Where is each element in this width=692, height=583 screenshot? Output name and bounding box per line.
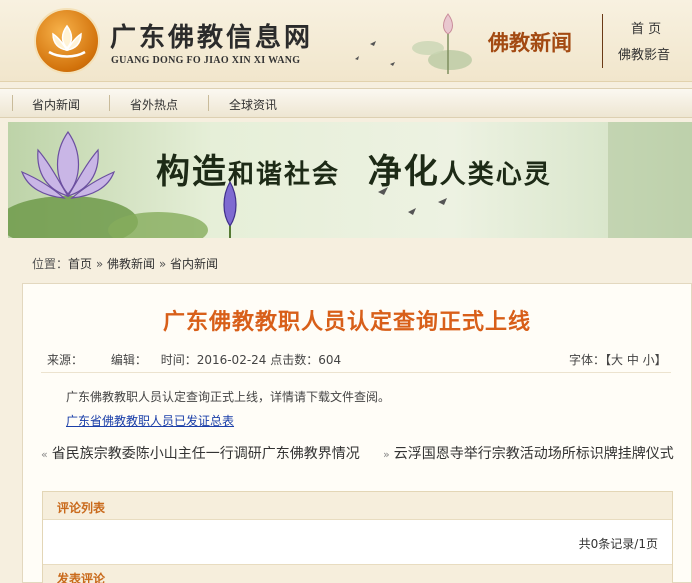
slogan-part2-small: 人类心灵	[439, 160, 552, 190]
lotus-decoration-icon	[355, 13, 472, 74]
next-article-title[interactable]: 云浮国恩寺举行宗教活动场所标识牌挂牌仪式	[394, 446, 674, 462]
header-divider	[602, 14, 603, 68]
comments-list-header: 评论列表	[43, 492, 672, 520]
slogan-part1-small: 和谐社会	[228, 160, 341, 190]
comments-record-count: 共0条记录/1页	[578, 537, 658, 551]
breadcrumb-buddhist-news[interactable]: 佛教新闻	[107, 257, 155, 271]
article-meta: 来源： 编辑： 时间：2016-02-24 点击数：604	[47, 351, 351, 368]
section-name: 佛教新闻	[488, 31, 572, 55]
main-nav: 省内新闻 省外热点 全球资讯	[0, 88, 692, 118]
article-panel: 广东佛教教职人员认定查询正式上线 来源： 编辑： 时间：2016-02-24 点…	[22, 283, 692, 583]
next-article-link[interactable]: » 云浮国恩寺举行宗教活动场所标识牌挂牌仪式	[383, 443, 674, 463]
nav-item-province-news[interactable]: 省内新闻	[32, 96, 80, 113]
slogan-part2-big: 净化	[367, 152, 440, 192]
breadcrumb: 位置：首页 » 佛教新闻 » 省内新闻	[32, 255, 218, 272]
lotus-logo-icon[interactable]	[34, 8, 100, 74]
site-title: 广东佛教信息网	[110, 23, 314, 53]
article-title: 广东佛教教职人员认定查询正式上线	[162, 310, 531, 335]
nav-item-global-news[interactable]: 全球资讯	[229, 96, 277, 113]
meta-divider	[41, 372, 671, 373]
breadcrumb-separator: »	[155, 257, 171, 271]
prev-article-title[interactable]: 省民族宗教委陈小山主任一行调研广东佛教界情况	[52, 446, 360, 462]
download-link[interactable]: 广东省佛教教职人员已发证总表	[66, 412, 234, 429]
left-double-arrow-icon: «	[41, 448, 48, 461]
slogan-part1-big: 构造	[156, 152, 228, 192]
nav-divider	[12, 95, 13, 111]
breadcrumb-label: 位置：	[32, 257, 69, 271]
banner: 构造和谐社会 净化人类心灵	[8, 122, 692, 238]
site-subtitle: GUANG DONG FO JIAO XIN XI WANG	[111, 55, 301, 66]
post-comment-header: 发表评论	[43, 564, 672, 583]
editor-label: 编辑：	[110, 353, 147, 367]
font-size-switcher[interactable]: 字体：【大 中 小】	[569, 351, 667, 368]
breadcrumb-separator: »	[92, 257, 108, 271]
post-comment-title: 发表评论	[57, 572, 106, 583]
article-time: 时间：2016-02-24 点击数：604	[160, 353, 342, 367]
comments-list-title: 评论列表	[57, 501, 106, 515]
buddhist-video-link[interactable]: 佛教影音	[618, 44, 670, 63]
nav-divider	[208, 95, 209, 111]
site-header: 广东佛教信息网 GUANG DONG FO JIAO XIN XI WANG 佛…	[0, 0, 692, 82]
nav-item-outside-hotspots[interactable]: 省外热点	[130, 96, 178, 113]
home-link[interactable]: 首 页	[631, 18, 661, 37]
article-body: 广东佛教教职人员认定查询正式上线，详情请下载文件查阅。	[66, 390, 391, 404]
breadcrumb-home[interactable]: 首页	[68, 257, 92, 271]
nav-divider	[109, 95, 110, 111]
prev-article-link[interactable]: « 省民族宗教委陈小山主任一行调研广东佛教界情况	[41, 443, 360, 463]
comments-box: 评论列表 共0条记录/1页 发表评论	[42, 491, 673, 583]
breadcrumb-current[interactable]: 省内新闻	[170, 257, 218, 271]
banner-slogan: 构造和谐社会 净化人类心灵	[156, 144, 552, 193]
source-label: 来源：	[47, 353, 84, 367]
right-double-arrow-icon: »	[383, 448, 390, 461]
